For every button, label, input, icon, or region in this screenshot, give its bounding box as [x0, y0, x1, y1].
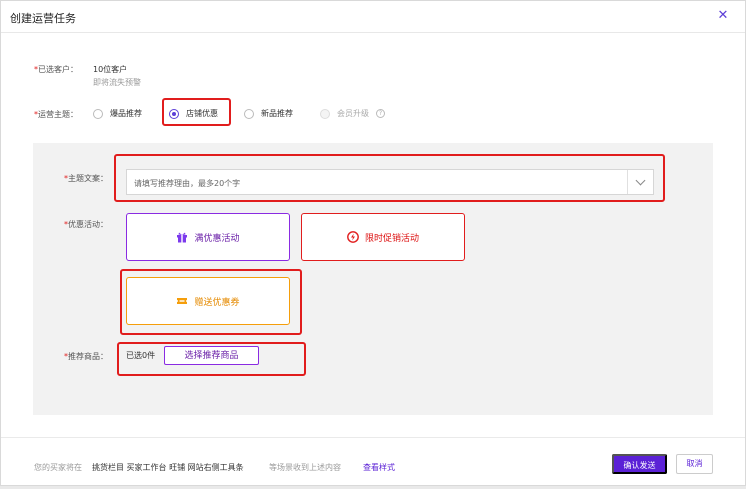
radio-circle-disabled	[320, 108, 330, 119]
create-task-dialog: 创建运营任务 ✕ *已选客户： 10位客户 即将流失预警 *运营主题： 爆品推荐…	[0, 0, 746, 486]
cancel-button[interactable]: 取消	[676, 454, 713, 474]
dialog-header: 创建运营任务 ✕	[1, 1, 745, 33]
confirm-send-button[interactable]: 确认发送	[612, 454, 667, 474]
products-label: *推荐商品：	[64, 352, 108, 361]
gift-icon	[177, 232, 188, 243]
promo-label: *优惠活动：	[64, 220, 108, 229]
radio-circle[interactable]	[244, 108, 254, 119]
customers-subtext: 即将流失预警	[93, 78, 141, 87]
theme-radio-shop-discount[interactable]: 店铺优惠	[169, 108, 218, 119]
theme-radio-new-products[interactable]: 新品推荐	[244, 108, 293, 119]
chevron-down-icon[interactable]	[627, 170, 653, 194]
promo-card-full-discount[interactable]: 满优惠活动	[126, 213, 290, 261]
footer-suffix: 等场景收到上述内容	[269, 463, 341, 472]
select-products-button[interactable]: 选择推荐商品	[164, 346, 259, 365]
copy-select[interactable]: 请填写推荐理由，最多20个字	[126, 169, 654, 195]
radio-circle[interactable]	[93, 108, 103, 119]
customers-value: 10位客户	[93, 65, 128, 74]
copy-label: *主题文案：	[64, 174, 108, 183]
theme-label: *运营主题：	[34, 110, 78, 119]
customers-label: *已选客户：	[34, 65, 78, 74]
promo-card-gift-coupon[interactable]: 赠送优惠券	[126, 277, 290, 325]
copy-placeholder: 请填写推荐理由，最多20个字	[134, 179, 241, 188]
footer-channels: 挑货栏目 买家工作台 旺铺 网站右侧工具条	[92, 463, 244, 472]
promo-card-flash-sale[interactable]: 限时促销活动	[301, 213, 465, 261]
theme-radio-hot-products[interactable]: 爆品推荐	[93, 108, 142, 119]
radio-circle-checked[interactable]	[169, 108, 179, 119]
footer-prefix: 您的买家将在	[34, 463, 82, 472]
dialog-title: 创建运营任务	[10, 12, 76, 25]
theme-radio-member-upgrade: 会员升级 ?	[320, 108, 385, 119]
coupon-icon	[177, 298, 188, 304]
help-icon[interactable]: ?	[376, 109, 385, 118]
products-selected-count: 已选0件	[126, 351, 156, 360]
lightning-icon	[347, 231, 359, 243]
preview-style-link[interactable]: 查看样式	[363, 462, 395, 473]
close-icon[interactable]: ✕	[713, 6, 733, 26]
